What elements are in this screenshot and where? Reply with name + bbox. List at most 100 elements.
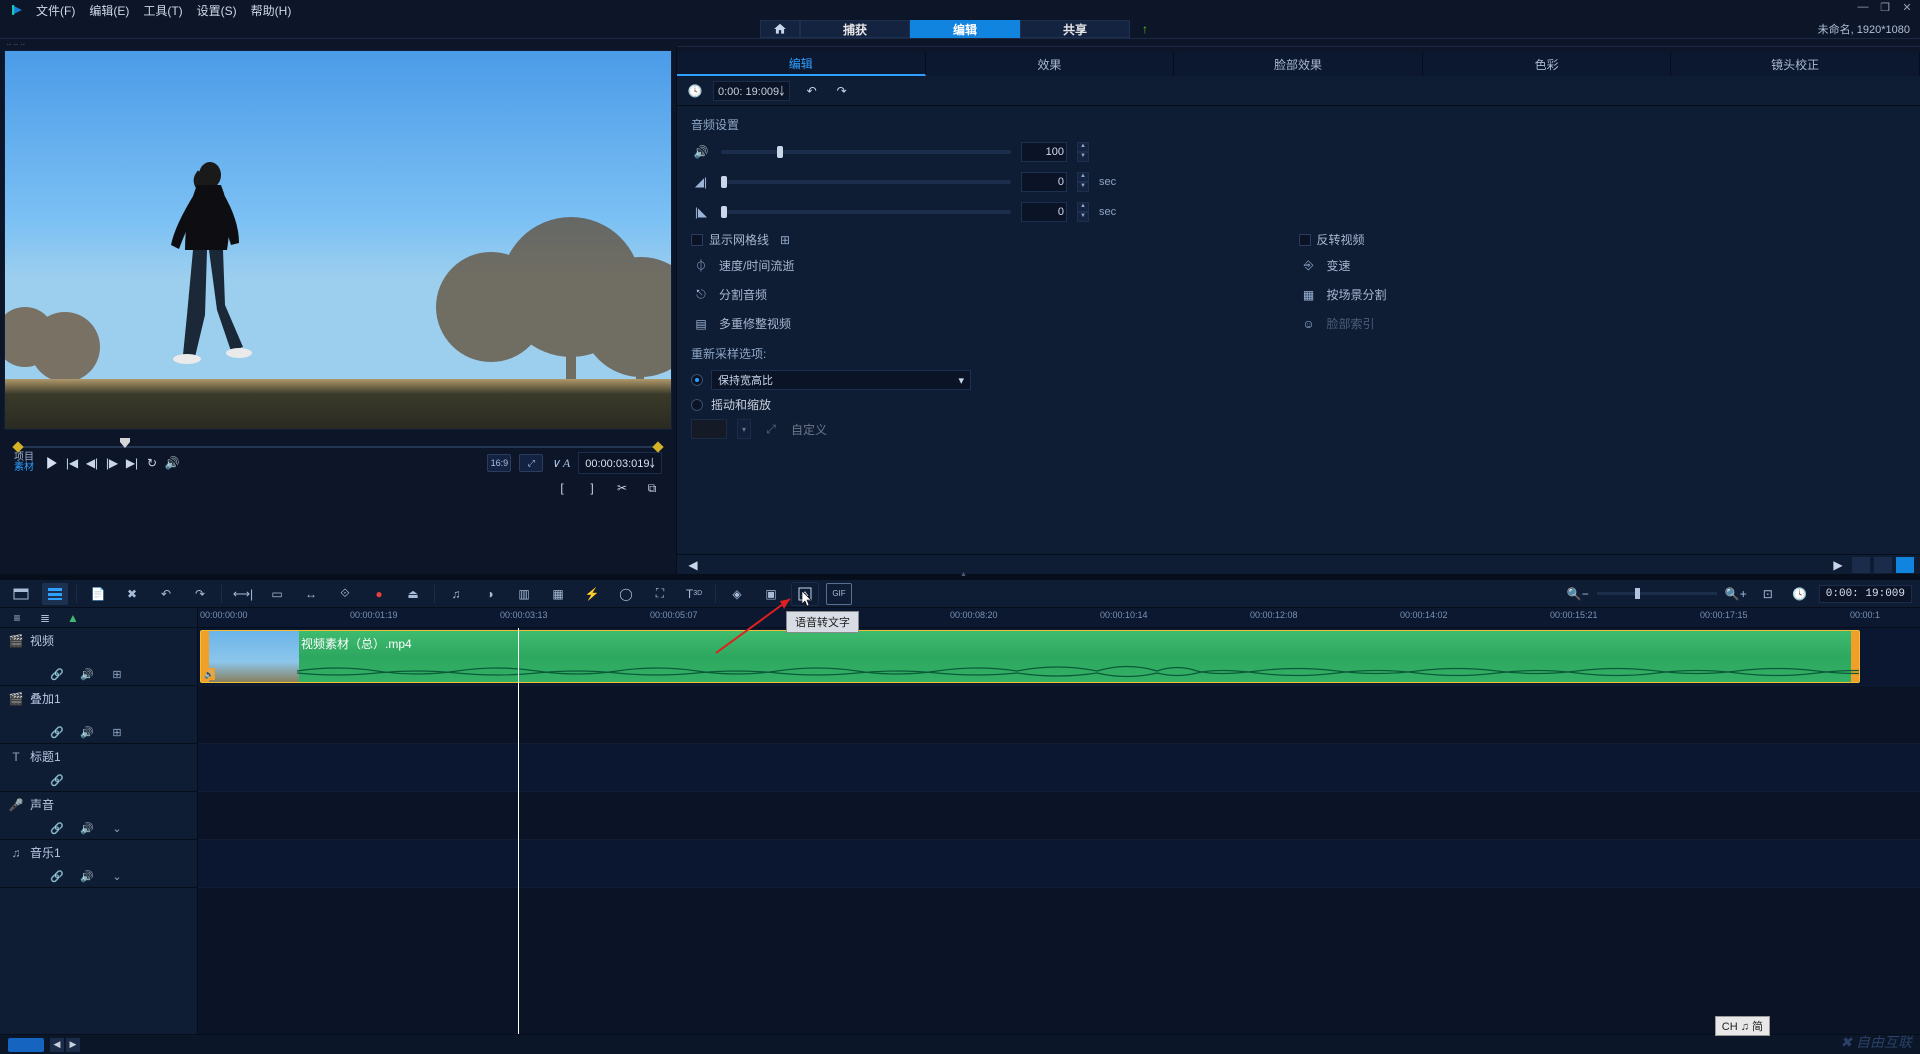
prop-tab-lens[interactable]: 镜头校正 — [1671, 52, 1920, 76]
grid-config-icon[interactable]: ⊞ — [777, 232, 793, 248]
next-frame-button[interactable]: |▶ — [102, 453, 122, 473]
prev-frame-button[interactable]: ◀| — [82, 453, 102, 473]
menu-edit[interactable]: 编辑(E) — [89, 2, 129, 19]
speed-button[interactable]: ⏀速度/时间流逝 — [691, 254, 1299, 277]
ab-button[interactable]: ∨ A — [551, 456, 570, 471]
volume-slider[interactable] — [721, 150, 1011, 154]
music-expand-icon[interactable]: ⌄ — [110, 869, 124, 883]
track-head-video[interactable]: 🎬视频 🔗🔊⊞ — [0, 628, 197, 686]
go-end-button[interactable]: ▶| — [122, 453, 142, 473]
track-head-title[interactable]: T标题1 🔗 — [0, 744, 197, 792]
reverse-checkbox[interactable] — [1299, 234, 1311, 246]
tab-share[interactable]: 共享 — [1020, 20, 1130, 38]
overlay-lock-icon[interactable]: ⊞ — [110, 725, 124, 739]
volume-spinner[interactable]: ▲▼ — [1077, 142, 1089, 162]
split-audio-button[interactable]: ⎋分割音频 — [691, 283, 1299, 306]
time-remap-button[interactable]: ◯ — [613, 583, 639, 605]
undo-button[interactable]: ↶ — [802, 81, 822, 101]
gif-button[interactable]: GIF — [826, 583, 852, 605]
volume-input[interactable] — [1021, 142, 1067, 162]
fadein-input[interactable] — [1021, 172, 1067, 192]
minimize-button[interactable]: — — [1856, 1, 1870, 15]
zoom-in-button[interactable]: 🔍+ — [1723, 583, 1749, 605]
footer-next-button[interactable]: ▶ — [66, 1038, 80, 1052]
crop-button[interactable]: ▭ — [264, 583, 290, 605]
menu-help[interactable]: 帮助(H) — [251, 2, 292, 19]
list-toggle-2[interactable]: ≣ — [36, 610, 54, 626]
track-head-overlay[interactable]: 🎬叠加1 🔗🔊⊞ — [0, 686, 197, 744]
subtitle-button[interactable]: ⚡ — [579, 583, 605, 605]
speech-to-text-button[interactable]: 语音转文字 — [792, 583, 818, 605]
mark-in-button[interactable]: [ — [552, 478, 572, 498]
horizontal-divider[interactable] — [0, 574, 1920, 580]
tab-edit[interactable]: 编辑 — [910, 20, 1020, 38]
footer-scroll-bar[interactable] — [8, 1038, 44, 1052]
prop-tab-edit[interactable]: 编辑 — [677, 52, 926, 76]
layout-icon-2[interactable] — [1874, 557, 1892, 573]
maximize-button[interactable]: ❐ — [1878, 1, 1892, 15]
fadeout-input[interactable] — [1021, 202, 1067, 222]
tab-home[interactable] — [760, 20, 800, 38]
menu-file[interactable]: 文件(F) — [36, 2, 75, 19]
voice-mute-icon[interactable]: 🔊 — [80, 821, 94, 835]
video-clip[interactable]: 视频素材（总）.mp4 🔊 — [200, 630, 1860, 683]
tools-button[interactable]: ✖ — [119, 583, 145, 605]
tab-capture[interactable]: 捕获 — [800, 20, 910, 38]
redo-tl-button[interactable]: ↷ — [187, 583, 213, 605]
upload-icon[interactable]: ↑ — [1130, 20, 1160, 38]
volume-button[interactable]: 🔊 — [162, 453, 182, 473]
loop-button[interactable]: ↻ — [142, 453, 162, 473]
storyboard-view-button[interactable] — [8, 583, 34, 605]
vary-speed-button[interactable]: ⎆变速 — [1299, 254, 1907, 277]
expand-tracks-button[interactable]: ▲ — [64, 610, 82, 626]
fadeout-spinner[interactable]: ▲▼ — [1077, 202, 1089, 222]
trim-button[interactable]: ⟷| — [230, 583, 256, 605]
ripple-button[interactable]: ↔ — [298, 583, 324, 605]
scroll-left-icon[interactable]: ◀ — [683, 555, 703, 575]
overlay-mute-icon[interactable]: 🔊 — [80, 725, 94, 739]
music-mute-icon[interactable]: 🔊 — [80, 869, 94, 883]
mode-project-clip-label[interactable]: 项目 素材 — [14, 453, 34, 473]
list-toggle-1[interactable]: ≡ — [8, 610, 26, 626]
snapshot-button[interactable]: ⧉ — [642, 478, 662, 498]
mark-out-button[interactable]: ] — [582, 478, 602, 498]
auto-music-button[interactable]: ♫ — [443, 583, 469, 605]
fit-project-button[interactable]: ⊡ — [1755, 583, 1781, 605]
scroll-right-icon[interactable]: ▶ — [1828, 555, 1848, 575]
voice-link-icon[interactable]: 🔗 — [50, 821, 64, 835]
resize-button[interactable]: ⤢ — [519, 454, 543, 472]
playhead[interactable] — [518, 628, 519, 1034]
show-grid-checkbox[interactable] — [691, 234, 703, 246]
track-head-music[interactable]: ♫音乐1 🔗🔊⌄ — [0, 840, 197, 888]
seek-track[interactable] — [16, 438, 660, 448]
fadeout-slider[interactable] — [721, 210, 1011, 214]
video-lock-icon[interactable]: ⊞ — [110, 667, 124, 681]
aspect-select[interactable]: 保持宽高比▾ — [711, 370, 971, 390]
track-lanes[interactable]: 视频素材（总）.mp4 🔊 — [198, 628, 1920, 1034]
layout-icon-1[interactable] — [1852, 557, 1870, 573]
clip-duration[interactable]: 0:00: 19:009￬ — [713, 81, 790, 101]
video-link-icon[interactable]: 🔗 — [50, 667, 64, 681]
menu-settings[interactable]: 设置(S) — [197, 2, 237, 19]
play-button[interactable] — [42, 453, 62, 473]
add-media-button[interactable]: 📄 — [85, 583, 111, 605]
radio-keep-aspect[interactable] — [691, 374, 703, 386]
go-start-button[interactable]: |◀ — [62, 453, 82, 473]
close-button[interactable]: ✕ — [1900, 1, 1914, 15]
menu-tools[interactable]: 工具(T) — [143, 2, 182, 19]
multi-trim-button[interactable]: ▤多重修整视频 — [691, 312, 1299, 335]
record-button[interactable]: ● — [366, 583, 392, 605]
video-mute-icon[interactable]: 🔊 — [80, 667, 94, 681]
aspect-ratio-button[interactable]: 16:9 — [487, 454, 511, 472]
footer-prev-button[interactable]: ◀ — [50, 1038, 64, 1052]
undo-tl-button[interactable]: ↶ — [153, 583, 179, 605]
chapter-button[interactable]: ▦ — [545, 583, 571, 605]
redo-button[interactable]: ↷ — [832, 81, 852, 101]
scene-split-button[interactable]: ▦按场景分割 — [1299, 283, 1907, 306]
prop-tab-face[interactable]: 脸部效果 — [1174, 52, 1423, 76]
mixer-button[interactable]: ⏏ — [400, 583, 426, 605]
overlay-link-icon[interactable]: 🔗 — [50, 725, 64, 739]
project-duration[interactable]: 0:00: 19:009 — [1819, 585, 1912, 603]
track-head-voice[interactable]: 🎤声音 🔗🔊⌄ — [0, 792, 197, 840]
preview-timecode[interactable]: 00:00:03:019￬ — [578, 452, 662, 474]
